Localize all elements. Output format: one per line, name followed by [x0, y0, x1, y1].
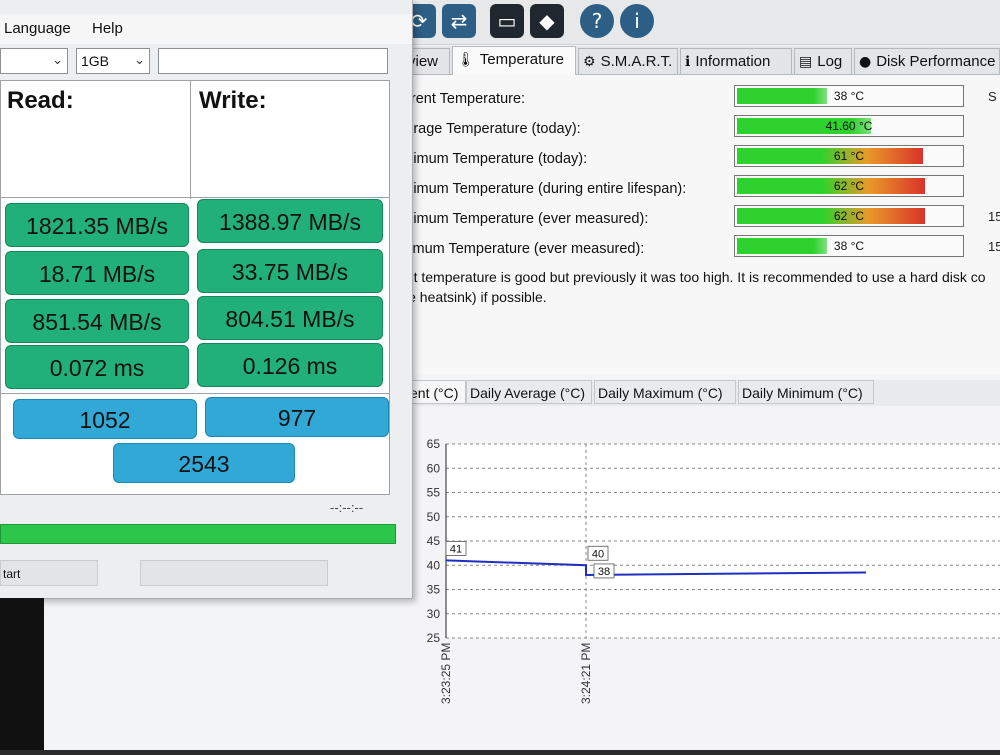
total-score: 2543 — [113, 443, 295, 483]
temperature-side-value: 15 — [988, 209, 1000, 224]
graph-tab-daily-minimum[interactable]: Daily Minimum (°C) — [738, 380, 874, 404]
message-line: ive heatsink) if possible. — [398, 289, 547, 305]
temperature-bar: 62 °C — [734, 175, 964, 197]
temperature-row-label: inimum Temperature (ever measured): — [398, 241, 645, 257]
point-label: 40 — [592, 548, 604, 560]
menu-language[interactable]: Language — [4, 20, 71, 37]
tab-label: Disk Performance — [876, 53, 996, 70]
y-tick-label: 40 — [427, 558, 441, 572]
temperature-graph: 65 60 55 50 45 40 35 30 25 3:23:25 PM 3:24:21 PM 41… — [398, 406, 1000, 750]
elapsed-time: --:--:-- — [330, 500, 364, 515]
y-tick-label: 55 — [427, 486, 441, 500]
write-score: 977 — [205, 397, 389, 437]
drive-info-field[interactable] — [158, 48, 388, 74]
tab-disk-performance[interactable]: ● Disk Performance — [854, 48, 1000, 74]
start-button[interactable]: tart — [0, 560, 98, 586]
tab-label: Log — [817, 53, 843, 70]
tab-temperature[interactable]: 🌡 Temperature — [452, 46, 576, 75]
divider — [1, 393, 389, 394]
seq-read-result: 1821.35 MB/s — [5, 203, 189, 247]
seq-write-result: 1388.97 MB/s — [197, 199, 383, 243]
access-write-result: 0.126 ms — [197, 343, 383, 387]
network-icon[interactable]: ⇄ — [442, 4, 476, 38]
chevron-down-icon: ⌄ — [134, 53, 145, 68]
temperature-bar: 38 °C — [734, 235, 964, 257]
temperature-chart: 6560555045403530253:23:25 PM 3:24:21 PM41… — [427, 437, 1000, 704]
4k-write-result: 33.75 MB/s — [197, 249, 383, 293]
smart-icon: ⚙ — [583, 54, 596, 70]
message-line: ent temperature is good but previously i… — [398, 269, 986, 285]
temperature-value: 61 °C — [833, 149, 865, 163]
read-score: 1052 — [13, 399, 197, 439]
size-select-value: 1GB — [81, 53, 110, 69]
tab-label: S.M.A.R.T. — [600, 53, 673, 70]
y-tick-label: 60 — [427, 461, 441, 475]
temperature-message: ent temperature is good but previously i… — [398, 267, 1000, 307]
write-header: Write: — [199, 87, 267, 114]
temperature-bar: 61 °C — [734, 145, 964, 167]
point-label: 38 — [598, 566, 610, 578]
info-icon: ℹ — [685, 54, 691, 70]
y-tick-label: 30 — [427, 607, 441, 621]
graph-tab-current[interactable]: ent (°C) — [406, 380, 466, 404]
temperature-value: 38 °C — [833, 89, 865, 103]
temperature-side-value: 15 — [988, 239, 1000, 254]
x-tick-label: 3:23:25 PM — [439, 643, 453, 704]
log-icon: ▤ — [799, 54, 813, 70]
4k-read-result: 18.71 MB/s — [5, 251, 189, 295]
menu-help[interactable]: Help — [92, 20, 123, 37]
temperature-value: 62 °C — [833, 179, 865, 193]
y-tick-label: 50 — [427, 510, 441, 524]
monitor-icon[interactable]: ▭ — [490, 4, 524, 38]
thermometer-icon: 🌡 — [457, 52, 475, 68]
y-tick-label: 65 — [427, 437, 441, 451]
temperature-row-label: aximum Temperature (ever measured): — [398, 211, 649, 227]
tab-information[interactable]: ℹ Information — [680, 48, 792, 74]
tab-label: Temperature — [479, 51, 564, 68]
size-select[interactable]: 1GB ⌄ — [76, 48, 150, 74]
desktop-edge — [0, 598, 44, 750]
point-label: 41 — [450, 543, 462, 555]
temperature-panel: urrent Temperature: 38 °C Sverage Temperat… — [398, 75, 1000, 375]
benchmark-window: Language Help ⌄ 1GB ⌄ Read: Write: 1821.… — [0, 0, 413, 599]
chevron-down-icon: ⌄ — [52, 53, 63, 68]
temperature-value: 62 °C — [833, 209, 865, 223]
4k64-write-result: 804.51 MB/s — [197, 296, 383, 340]
menu-bar: Language Help — [0, 14, 412, 44]
temperature-bar: 41.60 °C — [734, 115, 964, 137]
temperature-bar: 62 °C — [734, 205, 964, 227]
4k64-read-result: 851.54 MB/s — [5, 299, 189, 343]
tab-bar: rview 🌡 Temperature ⚙ S.M.A.R.T. ℹ Informat… — [398, 46, 1000, 75]
temperature-row-label: verage Temperature (today): — [398, 121, 581, 137]
graph-tab-daily-maximum[interactable]: Daily Maximum (°C) — [594, 380, 736, 404]
temperature-row-label: aximum Temperature (during entire lifesp… — [398, 181, 687, 197]
x-tick-label: 3:24:21 PM — [579, 643, 593, 704]
progress-bar — [0, 524, 396, 544]
divider — [1, 197, 389, 198]
y-tick-label: 35 — [427, 583, 441, 597]
action-button[interactable] — [140, 560, 328, 586]
graph-tab-bar: ent (°C) Daily Average (°C) Daily Maximu… — [398, 380, 1000, 406]
temperature-value: 38 °C — [833, 239, 865, 253]
read-header: Read: — [1, 81, 191, 199]
info-icon[interactable]: i — [620, 4, 654, 38]
alert-icon[interactable]: ◆ — [530, 4, 564, 38]
help-icon[interactable]: ? — [580, 4, 614, 38]
temperature-side-value: S — [988, 89, 997, 104]
temperature-row-label: aximum Temperature (today): — [398, 151, 588, 167]
performance-icon: ● — [859, 54, 872, 70]
y-tick-label: 45 — [427, 534, 441, 548]
tab-smart[interactable]: ⚙ S.M.A.R.T. — [578, 48, 678, 74]
temperature-value: 41.60 °C — [825, 119, 873, 133]
results-grid: Read: Write: 1821.35 MB/s 1388.97 MB/s 1… — [0, 80, 390, 495]
temperature-bar: 38 °C — [734, 85, 964, 107]
tab-log[interactable]: ▤ Log — [794, 48, 852, 74]
drive-select[interactable]: ⌄ — [0, 48, 68, 74]
access-read-result: 0.072 ms — [5, 345, 189, 389]
tab-label: Information — [695, 53, 771, 70]
temperature-row-label: urrent Temperature: — [398, 91, 526, 107]
graph-tab-daily-average[interactable]: Daily Average (°C) — [466, 380, 592, 404]
